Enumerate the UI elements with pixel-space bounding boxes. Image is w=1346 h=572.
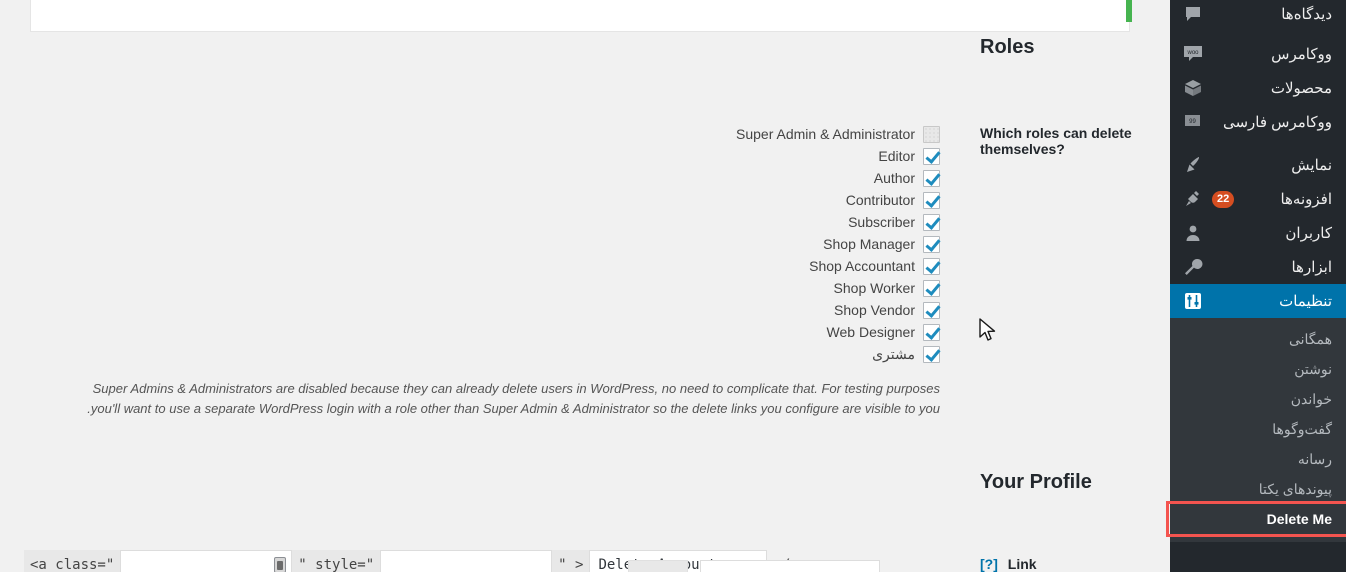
sidebar-item-tools-label: ابزارها <box>1291 258 1332 276</box>
sidebar-item-plugins-label: افزونه‌ها <box>1280 190 1332 208</box>
role-row: Web Designer <box>827 321 940 343</box>
role-row: Shop Worker <box>834 277 940 299</box>
sidebar-item-woocommerce-persian-label: ووکامرس فارسی <box>1222 113 1332 131</box>
role-label: Subscriber <box>848 214 915 230</box>
submenu-item[interactable]: همگانی <box>1170 324 1346 354</box>
roles-checkbox-list: Super Admin & Administrator Editor Author C… <box>20 123 940 365</box>
products-box-icon <box>1182 77 1204 99</box>
roles-heading-cell: Roles <box>960 16 1170 79</box>
role-label: مشتری <box>872 345 915 362</box>
sidebar-item-tools[interactable]: ابزارها <box>1170 250 1346 284</box>
bottom-partial-code-chunk <box>628 560 688 572</box>
sidebar-item-users-label: کاربران <box>1285 224 1332 242</box>
your-profile-heading-row: Your Profile <box>0 451 1170 514</box>
roles-heading-spacer <box>0 16 960 44</box>
sidebar-item-comments[interactable]: دیدگاه‌ها <box>1170 0 1346 28</box>
role-row: Editor <box>878 145 940 167</box>
role-row: Shop Manager <box>823 233 940 255</box>
svg-text:woo: woo <box>1186 50 1199 56</box>
submenu-item[interactable]: Delete Me <box>1170 504 1346 534</box>
sidebar-item-appearance-label: نمایش <box>1291 156 1332 174</box>
main-content: Roles Which roles can delete themselves?… <box>0 0 1170 572</box>
role-row: Shop Vendor <box>834 299 940 321</box>
role-label: Author <box>873 170 915 186</box>
sidebar-item-woocommerce[interactable]: ووکامرس woo <box>1170 37 1346 71</box>
settings-sliders-icon <box>1182 290 1204 312</box>
woo-persian-icon: 99 <box>1182 111 1204 133</box>
submenu-item[interactable]: رسانه <box>1170 444 1346 474</box>
sidebar-item-appearance[interactable]: نمایش <box>1170 148 1346 182</box>
role-checkbox[interactable] <box>923 169 940 187</box>
role-label: Editor <box>878 148 915 164</box>
roles-question-label: Which roles can delete themselves? <box>980 125 1132 157</box>
role-checkbox[interactable] <box>923 345 940 363</box>
sidebar-item-woocommerce-label: ووکامرس <box>1271 45 1332 63</box>
submenu-item[interactable]: پیوندهای یکتا <box>1170 474 1346 504</box>
your-profile-heading: Your Profile <box>980 471 1092 493</box>
role-row: Author <box>874 167 940 189</box>
appearance-brush-icon <box>1182 154 1204 176</box>
role-row: مشتری <box>872 343 940 365</box>
sidebar-item-comments-label: دیدگاه‌ها <box>1281 5 1332 23</box>
sidebar-item-users[interactable]: کاربران <box>1170 216 1346 250</box>
sidebar-item-woocommerce-persian[interactable]: ووکامرس فارسی 99 <box>1170 105 1346 139</box>
sidebar-item-products[interactable]: محصولات <box>1170 71 1346 105</box>
users-icon <box>1182 222 1204 244</box>
role-row: Contributor <box>846 189 940 211</box>
roles-description: Super Admins & Administrators are disabl… <box>87 381 940 416</box>
role-row: Subscriber <box>848 211 940 233</box>
submenu-item[interactable]: خواندن <box>1170 384 1346 414</box>
role-label: Shop Manager <box>823 236 915 252</box>
sidebar-item-settings-label: تنظیمات <box>1279 292 1332 310</box>
role-label: Shop Worker <box>833 280 915 296</box>
roles-question-cell: Which roles can delete themselves? <box>960 105 1170 177</box>
role-row: Super Admin & Administrator <box>736 123 940 145</box>
role-label: Super Admin & Administrator <box>736 126 915 142</box>
plugins-update-badge: 22 <box>1212 190 1235 208</box>
role-checkbox[interactable] <box>923 235 940 253</box>
settings-submenu: همگانی نوشتن خواندن گفت‌وگوها رسانه پیوندهای … <box>1170 318 1346 542</box>
role-checkbox <box>923 125 940 143</box>
woo-icon: woo <box>1182 43 1204 65</box>
role-label: Shop Accountant <box>809 258 915 274</box>
role-checkbox[interactable] <box>923 279 940 297</box>
role-checkbox[interactable] <box>923 301 940 319</box>
submenu-item[interactable]: گفت‌وگوها <box>1170 414 1346 444</box>
sidebar-item-settings[interactable]: تنظیمات <box>1162 284 1346 318</box>
bottom-partial-input[interactable] <box>700 560 880 572</box>
roles-field-cell: Super Admin & Administrator Editor Author C… <box>0 105 960 429</box>
plugins-plug-icon <box>1182 188 1204 210</box>
role-label: Web Designer <box>826 324 915 340</box>
your-profile-heading-spacer <box>0 451 960 479</box>
svg-text:99: 99 <box>1189 119 1196 125</box>
sidebar-item-plugins[interactable]: افزونه‌ها 22 <box>1170 182 1346 216</box>
sidebar-separator-2 <box>1170 139 1346 148</box>
roles-heading: Roles <box>980 36 1035 58</box>
role-checkbox[interactable] <box>923 323 940 341</box>
screen: Roles Which roles can delete themselves?… <box>0 0 1346 572</box>
settings-form-table: Roles Which roles can delete themselves?… <box>0 16 1170 572</box>
roles-heading-row: Roles <box>0 16 1170 79</box>
role-checkbox[interactable] <box>923 213 940 231</box>
role-label: Shop Vendor <box>834 302 915 318</box>
bottom-partial-fields <box>0 558 1170 572</box>
tools-wrench-icon <box>1182 256 1204 278</box>
sidebar-item-products-label: محصولات <box>1270 79 1332 97</box>
role-checkbox[interactable] <box>923 257 940 275</box>
role-label: Contributor <box>845 192 915 208</box>
role-row: Shop Accountant <box>809 255 940 277</box>
submenu-item[interactable]: نوشتن <box>1170 354 1346 384</box>
admin-sidebar: دیدگاه‌ها ووکامرس woo محصولات <box>1162 0 1346 572</box>
sidebar-separator-1 <box>1170 28 1346 37</box>
your-profile-heading-cell: Your Profile <box>960 451 1170 514</box>
role-checkbox[interactable] <box>923 191 940 209</box>
roles-row: Which roles can delete themselves? Super… <box>0 105 1170 429</box>
comments-icon <box>1182 3 1204 25</box>
role-checkbox[interactable] <box>923 147 940 165</box>
